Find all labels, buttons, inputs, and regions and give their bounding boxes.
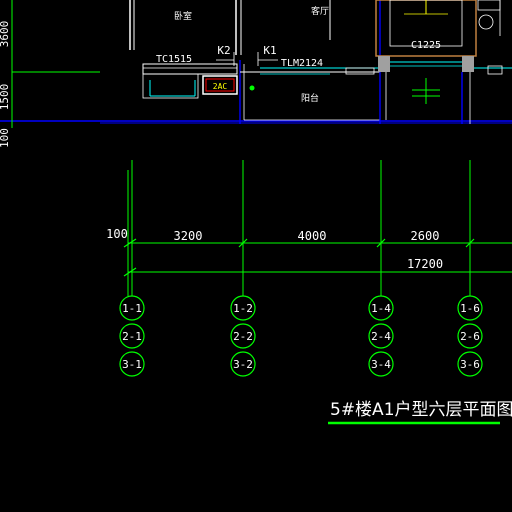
dim-3200: 3200 <box>174 229 203 243</box>
room-label-bedroom: 卧室 <box>174 10 192 22</box>
drawing-title: 5#楼A1户型六层平面图 <box>330 400 512 420</box>
left-dim-100: 100 <box>0 128 11 148</box>
axis-label-2-1: 2-1 <box>122 330 142 343</box>
dim-total: 17200 <box>407 257 443 271</box>
tag-k1: K1 <box>263 44 276 57</box>
dim-4000: 4000 <box>298 229 327 243</box>
axis-label-2-2: 2-2 <box>233 330 253 343</box>
axis-label-1-4: 1-4 <box>371 302 391 315</box>
room-label-living: 客厅 <box>311 5 329 17</box>
axis-label-1-1: 1-1 <box>122 302 142 315</box>
left-dim-1500: 1500 <box>0 84 11 111</box>
axis-label-3-1: 3-1 <box>122 358 142 371</box>
cad-floor-plan: 3600 1500 100 卧室 客厅 阳台 TC1515 K2 K1 TLM2… <box>0 0 512 512</box>
tag-k2: K2 <box>217 44 230 57</box>
tag-ac: 2AC <box>213 82 228 91</box>
axis-label-2-4: 2-4 <box>371 330 391 343</box>
axis-label-3-4: 3-4 <box>371 358 391 371</box>
axis-label-1-2: 1-2 <box>233 302 253 315</box>
axis-label-3-2: 3-2 <box>233 358 253 371</box>
tag-c1225: C1225 <box>411 40 441 51</box>
left-dim-3600: 3600 <box>0 21 11 48</box>
axis-label-1-6: 1-6 <box>460 302 480 315</box>
dim-100: 100 <box>106 227 128 241</box>
room-label-balcony: 阳台 <box>301 92 319 104</box>
axis-label-2-6: 2-6 <box>460 330 480 343</box>
dim-2600: 2600 <box>411 229 440 243</box>
tag-tc1515: TC1515 <box>156 54 192 65</box>
axis-label-3-6: 3-6 <box>460 358 480 371</box>
tag-tlm2124: TLM2124 <box>281 58 323 69</box>
